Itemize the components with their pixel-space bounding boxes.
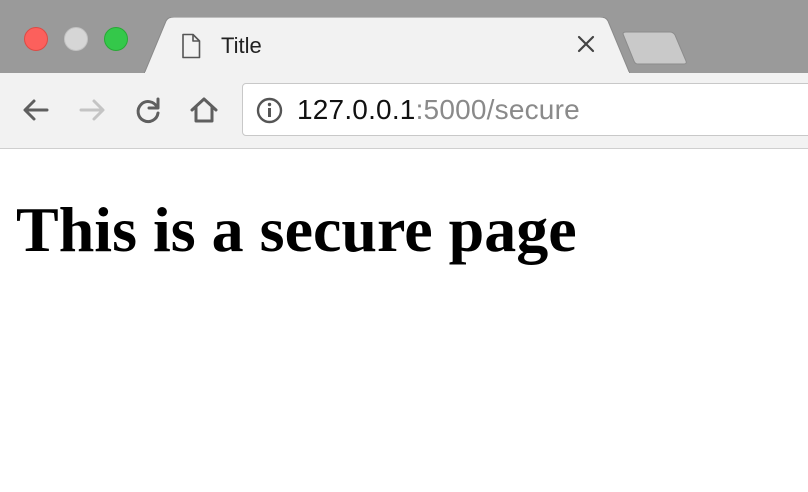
home-button[interactable] [187, 93, 221, 127]
new-tab-icon[interactable] [620, 30, 690, 66]
reload-icon [136, 97, 160, 123]
url-path: :5000/secure [415, 94, 580, 125]
url-text[interactable]: 127.0.0.1:5000/secure [297, 94, 580, 126]
page-icon [182, 33, 201, 59]
url-host: 127.0.0.1 [297, 94, 416, 125]
window-zoom-button[interactable] [104, 27, 128, 51]
home-icon [190, 97, 218, 123]
tab-shape [144, 17, 630, 74]
page-heading: This is a secure page [16, 194, 577, 265]
window-close-button[interactable] [24, 27, 48, 51]
address-bar[interactable]: 127.0.0.1:5000/secure [242, 83, 808, 136]
forward-arrow-icon [79, 99, 105, 121]
back-button[interactable] [19, 93, 53, 127]
browser-toolbar: 127.0.0.1:5000/secure [0, 73, 808, 149]
info-icon[interactable] [256, 97, 283, 124]
tab-active[interactable]: Title [144, 17, 630, 74]
reload-button[interactable] [131, 93, 165, 127]
page-content: This is a secure page [0, 150, 808, 492]
close-icon[interactable] [576, 34, 596, 54]
tab-strip: Title [0, 0, 808, 74]
back-arrow-icon [23, 99, 49, 121]
forward-button[interactable] [75, 93, 109, 127]
window-minimize-button[interactable] [64, 27, 88, 51]
tab-title: Title [221, 33, 262, 58]
